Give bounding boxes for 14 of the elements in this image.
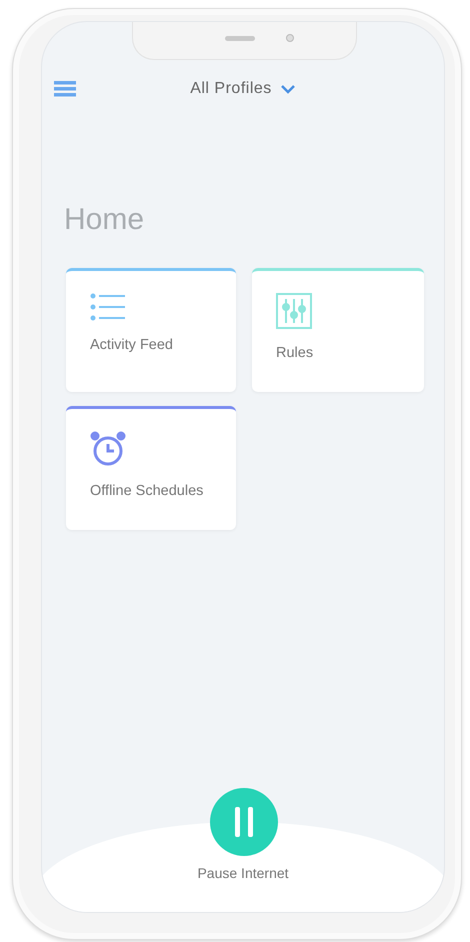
page-title: Home <box>64 202 146 238</box>
chevron-down-icon <box>280 84 296 94</box>
menu-icon[interactable] <box>54 81 76 97</box>
feature-tile[interactable]: Rules <box>252 268 424 392</box>
speaker-icon <box>225 36 255 41</box>
profile-dropdown[interactable]: All Profiles <box>190 77 296 101</box>
feature-tile[interactable]: Offline Schedules <box>66 406 236 530</box>
list-icon <box>90 293 126 321</box>
camera-icon <box>286 34 294 42</box>
sliders-icon <box>276 293 312 329</box>
pause-label: Pause Internet <box>197 865 289 881</box>
alarm-clock-icon <box>90 431 126 467</box>
pause-icon <box>233 807 255 837</box>
feature-tile[interactable]: Activity Feed <box>66 268 236 392</box>
